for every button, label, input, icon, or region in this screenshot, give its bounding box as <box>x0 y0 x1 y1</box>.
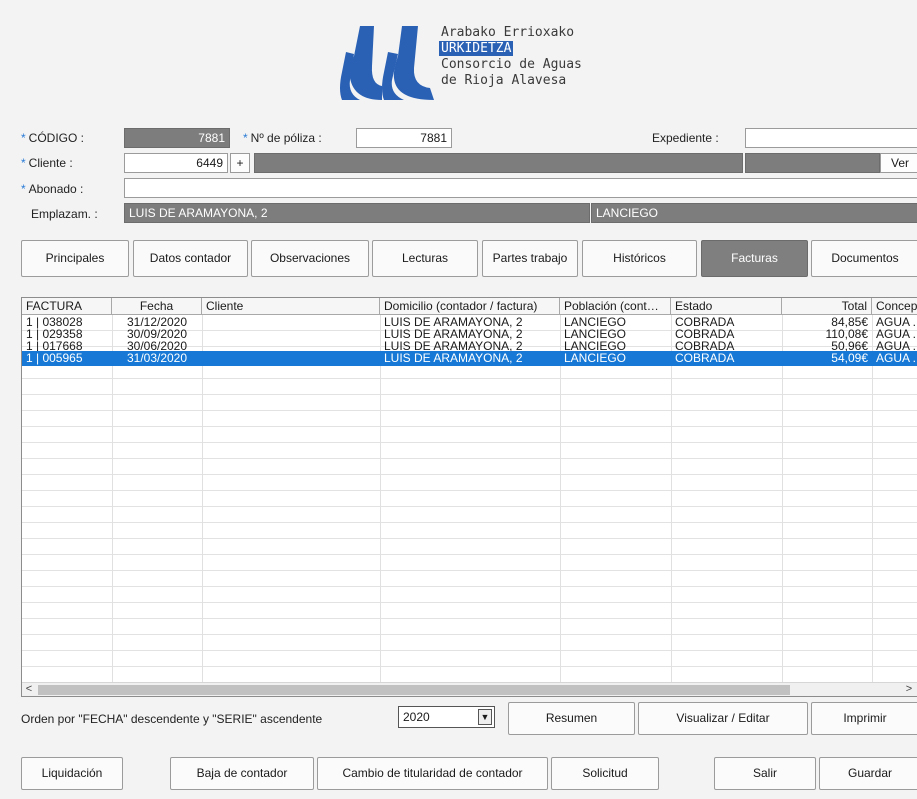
col-poblacion[interactable]: Población (cont… <box>560 298 671 315</box>
dropdown-arrow-icon[interactable]: ▼ <box>478 709 492 725</box>
liquidacion-button[interactable]: Liquidación <box>21 757 123 790</box>
col-concepto[interactable]: Concep <box>872 298 917 315</box>
cliente-label-text: Cliente : <box>28 156 73 170</box>
col-divider <box>872 315 873 682</box>
scrollbar-thumb[interactable] <box>38 685 790 695</box>
add-cliente-button[interactable]: + <box>230 153 250 173</box>
cliente-extra-field <box>745 153 880 173</box>
codigo-label-text: CÓDIGO : <box>28 131 85 145</box>
abonado-field[interactable] <box>124 178 917 198</box>
consortium-logo <box>340 26 434 100</box>
expediente-label: Expediente : <box>652 131 719 145</box>
tab-partes-trabajo[interactable]: Partes trabajo <box>482 240 578 277</box>
col-estado[interactable]: Estado <box>671 298 782 315</box>
cell-poblacion: LANCIEGO <box>560 351 671 366</box>
cell-domicilio: LUIS DE ARAMAYONA, 2 <box>380 351 560 366</box>
tab-historicos[interactable]: Históricos <box>582 240 697 277</box>
col-fecha[interactable]: Fecha <box>112 298 202 315</box>
year-select[interactable]: 2020 ▼ <box>398 706 495 728</box>
col-divider <box>380 315 381 682</box>
logo-line-2: URKIDETZA <box>439 41 514 56</box>
cell-factura: 1 | 005965 <box>22 351 112 366</box>
cell-total: 54,09€ <box>782 351 872 366</box>
cambio-titularidad-button[interactable]: Cambio de titularidad de contador <box>317 757 548 790</box>
cliente-label: * Cliente : <box>21 155 73 171</box>
abonado-label-text: Abonado : <box>28 182 84 196</box>
col-total[interactable]: Total <box>782 298 872 315</box>
poliza-label-text: Nº de póliza : <box>250 131 322 145</box>
emplazam-label: Emplazam. : <box>31 207 98 221</box>
baja-contador-button[interactable]: Baja de contador <box>170 757 314 790</box>
expediente-field[interactable] <box>745 128 917 148</box>
abonado-label: * Abonado : <box>21 181 83 197</box>
cliente-field[interactable]: 6449 <box>124 153 228 173</box>
scroll-right-icon[interactable]: > <box>902 683 916 696</box>
horizontal-scrollbar[interactable]: < > <box>22 682 917 696</box>
required-mark: * <box>21 156 26 170</box>
logo-line-4: de Rioja Alavesa <box>441 73 567 88</box>
col-divider <box>782 315 783 682</box>
visualizar-editar-button[interactable]: Visualizar / Editar <box>638 702 808 735</box>
col-divider <box>671 315 672 682</box>
codigo-field[interactable]: 7881 <box>124 128 230 148</box>
cell-fecha: 31/03/2020 <box>112 351 202 366</box>
col-cliente[interactable]: Cliente <box>202 298 380 315</box>
col-divider <box>560 315 561 682</box>
consortium-name: Arabako Errioxako URKIDETZA Consorcio de… <box>439 25 582 89</box>
solicitud-button[interactable]: Solicitud <box>551 757 659 790</box>
tab-datos-contador[interactable]: Datos contador <box>133 240 248 277</box>
tab-facturas[interactable]: Facturas <box>701 240 808 277</box>
cell-cliente <box>202 351 380 366</box>
year-select-value: 2020 <box>403 710 430 724</box>
facturas-table[interactable]: FACTURA Fecha Cliente Domicilio (contado… <box>21 297 917 697</box>
col-divider <box>202 315 203 682</box>
tab-principales[interactable]: Principales <box>21 240 129 277</box>
poliza-field[interactable]: 7881 <box>356 128 452 148</box>
required-mark: * <box>21 131 26 145</box>
emplazam-town-field: LANCIEGO <box>591 203 917 223</box>
logo-line-3: Consorcio de Aguas <box>441 57 582 72</box>
poliza-label: * Nº de póliza : <box>243 130 322 146</box>
cell-estado: COBRADA <box>671 351 782 366</box>
imprimir-button[interactable]: Imprimir <box>811 702 917 735</box>
tab-lecturas[interactable]: Lecturas <box>372 240 478 277</box>
codigo-label: * CÓDIGO : <box>21 130 84 146</box>
salir-button[interactable]: Salir <box>714 757 816 790</box>
col-domicilio[interactable]: Domicilio (contador / factura) <box>380 298 560 315</box>
emplazam-address-field: LUIS DE ARAMAYONA, 2 <box>124 203 590 223</box>
resumen-button[interactable]: Resumen <box>508 702 635 735</box>
cliente-name-field <box>254 153 743 173</box>
guardar-button[interactable]: Guardar <box>819 757 917 790</box>
tab-documentos[interactable]: Documentos <box>811 240 917 277</box>
ver-button[interactable]: Ver <box>880 153 917 173</box>
required-mark: * <box>21 182 26 196</box>
table-row[interactable]: 1 | 005965 31/03/2020 LUIS DE ARAMAYONA, 2… <box>22 351 917 366</box>
scroll-left-icon[interactable]: < <box>22 683 36 696</box>
cell-concepto: AGUA ... <box>872 351 917 366</box>
tab-observaciones[interactable]: Observaciones <box>251 240 369 277</box>
order-description: Orden por "FECHA" descendente y "SERIE" … <box>21 712 323 726</box>
col-factura[interactable]: FACTURA <box>22 298 112 315</box>
logo-line-1: Arabako Errioxako <box>441 25 575 40</box>
table-header: FACTURA Fecha Cliente Domicilio (contado… <box>22 298 917 315</box>
required-mark: * <box>243 131 248 145</box>
col-divider <box>112 315 113 682</box>
